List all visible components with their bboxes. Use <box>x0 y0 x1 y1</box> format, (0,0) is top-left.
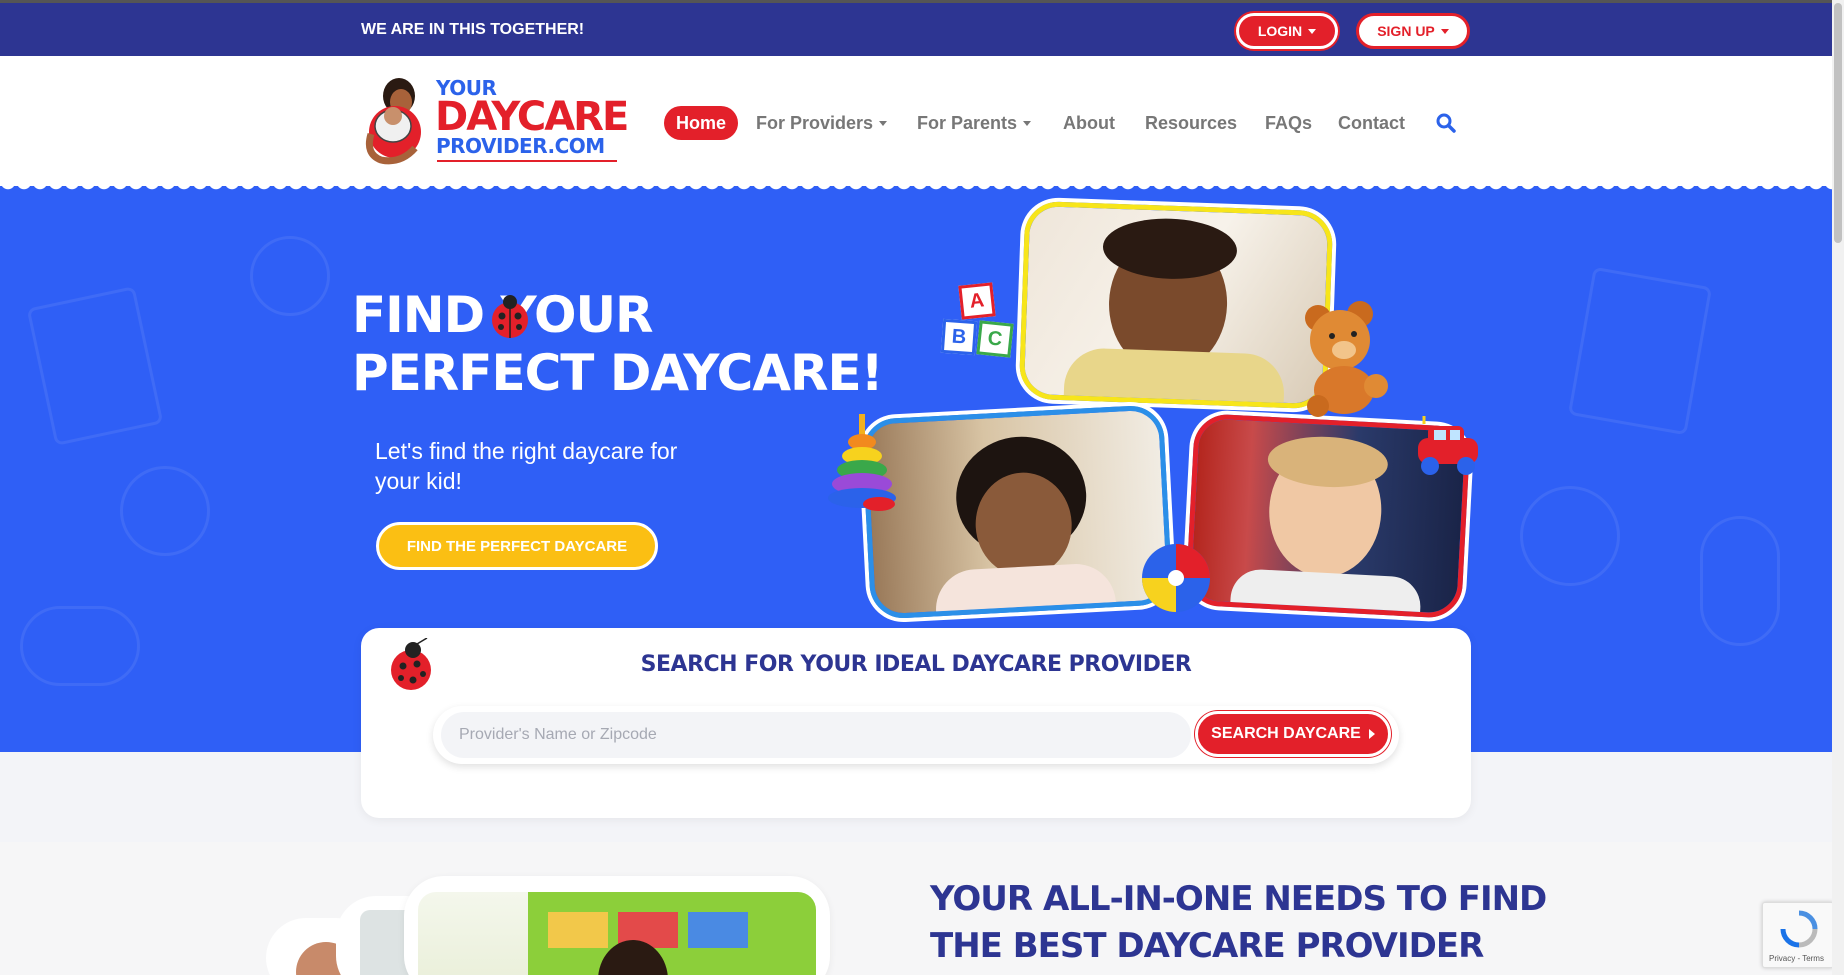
caret-down-icon <box>1308 28 1317 34</box>
logo-word-provider: PROVIDER.COM <box>436 134 605 158</box>
tagline: WE ARE IN THIS TOGETHER! <box>361 21 585 38</box>
nav-faqs-label: FAQs <box>1265 112 1313 133</box>
recaptcha-icon <box>1780 910 1818 948</box>
stacking-rings-icon <box>828 414 896 511</box>
nav-for-parents[interactable]: For Parents <box>917 106 1032 140</box>
caret-down-icon <box>879 120 888 126</box>
nav-faqs[interactable]: FAQs <box>1265 106 1312 140</box>
nav-for-providers-label: For Providers <box>756 112 874 133</box>
nav-home[interactable]: Home <box>664 106 739 140</box>
circle-doodle <box>250 236 330 316</box>
nav-search[interactable] <box>1436 106 1456 140</box>
signup-button[interactable]: SIGN UP <box>1356 13 1470 49</box>
classroom-photo <box>418 892 816 975</box>
nav-contact[interactable]: Contact <box>1338 106 1405 140</box>
nav-for-providers[interactable]: For Providers <box>756 106 888 140</box>
child-photo-1 <box>1018 200 1334 410</box>
photo-card-front <box>404 876 830 975</box>
search-card: SEARCH FOR YOUR IDEAL DAYCARE PROVIDER S… <box>361 628 1471 818</box>
toy-car-icon <box>1418 416 1478 475</box>
section-title: YOUR ALL-IN-ONE NEEDS TO FIND THE BEST D… <box>930 876 1547 970</box>
teddy-bear-icon <box>1305 301 1388 417</box>
search-daycare-button[interactable]: SEARCH DAYCARE <box>1195 711 1391 757</box>
signup-label: SIGN UP <box>1377 23 1435 39</box>
site-logo[interactable]: YOUR DAYCARE PROVIDER.COM <box>361 74 629 174</box>
hero-subtitle: Let's find the right daycare for your ki… <box>375 438 678 494</box>
login-button[interactable]: LOGIN <box>1236 13 1338 49</box>
flower-doodle <box>1520 486 1620 586</box>
ladybug-icon <box>492 295 528 338</box>
nav-resources-label: Resources <box>1145 112 1238 133</box>
hero-title-line1: FIND YOUR <box>352 286 654 344</box>
recaptcha-badge[interactable]: Privacy - Terms <box>1762 902 1834 968</box>
search-daycare-label: SEARCH DAYCARE <box>1211 725 1361 742</box>
hero-title-line2: PERFECT DAYCARE! <box>352 344 884 402</box>
child-photo-2 <box>860 404 1174 620</box>
page-scrollbar[interactable] <box>1832 0 1844 975</box>
recaptcha-terms[interactable]: Privacy - Terms <box>1769 954 1824 963</box>
login-label: LOGIN <box>1257 23 1303 39</box>
ball-icon <box>1142 544 1210 612</box>
nav-about[interactable]: About <box>1063 106 1115 140</box>
section-title-line2: THE BEST DAYCARE PROVIDER <box>930 926 1484 966</box>
abc-blocks-icon: A B C <box>940 282 1028 364</box>
nav-about-label: About <box>1063 112 1115 133</box>
house-doodle <box>1567 266 1713 436</box>
nav-resources[interactable]: Resources <box>1145 106 1237 140</box>
caret-down-icon <box>1440 28 1449 34</box>
mother-baby-logo-icon <box>365 78 421 165</box>
nav-home-label: Home <box>676 112 727 133</box>
nav-contact-label: Contact <box>1338 112 1405 133</box>
flower-doodle <box>120 466 210 556</box>
top-bar: WE ARE IN THIS TOGETHER! LOGIN SIGN UP <box>0 0 1832 56</box>
site-header: YOUR DAYCARE PROVIDER.COM Home For Provi… <box>0 56 1832 186</box>
nav-for-parents-label: For Parents <box>917 112 1018 133</box>
cloud-doodle <box>20 606 140 686</box>
section-title-line1: YOUR ALL-IN-ONE NEEDS TO FIND <box>930 879 1547 919</box>
house-doodle <box>26 286 164 446</box>
search-icon <box>1436 113 1456 133</box>
hero-title: FIND YOUR PERFECT DAYCARE! <box>352 286 884 402</box>
caret-down-icon <box>1023 120 1032 126</box>
scrollbar-thumb[interactable] <box>1834 3 1842 243</box>
search-title: SEARCH FOR YOUR IDEAL DAYCARE PROVIDER <box>640 652 1192 677</box>
block-c: C <box>976 320 1014 358</box>
caret-right-icon <box>1368 729 1375 739</box>
block-a: A <box>958 282 996 320</box>
pencil-doodle <box>1700 516 1780 646</box>
scalloped-divider <box>0 182 1832 194</box>
block-b: B <box>940 318 978 356</box>
find-daycare-button[interactable]: FIND THE PERFECT DAYCARE <box>376 522 658 570</box>
search-input[interactable] <box>441 712 1191 758</box>
logo-underline <box>437 160 617 162</box>
search-bar: SEARCH DAYCARE <box>433 706 1399 764</box>
